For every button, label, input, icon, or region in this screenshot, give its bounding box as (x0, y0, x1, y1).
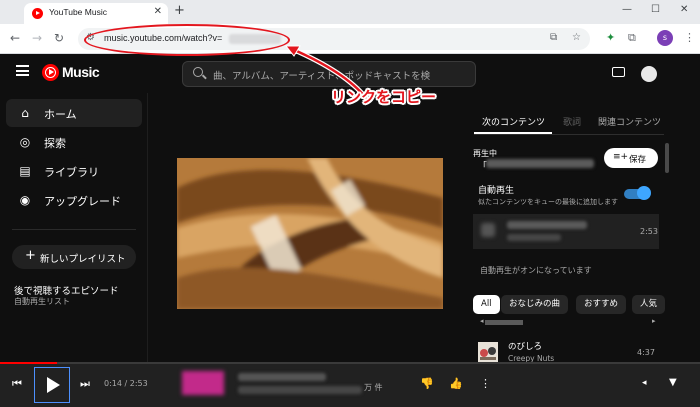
screenshot-icon[interactable]: ⧉ (550, 32, 557, 43)
progress-fill (0, 362, 57, 364)
window-close-icon[interactable]: ✕ (680, 4, 688, 15)
queue-artist-redacted (507, 234, 561, 241)
home-icon: ⌂ (21, 106, 29, 120)
forward-icon[interactable]: → (32, 31, 42, 45)
queue-panel: 次のコンテンツ 歌詞 関連コンテンツ 再生中 「 ≡+ 保存 自動再生 似たコン… (470, 93, 700, 362)
compass-icon: ◎ (19, 135, 31, 149)
view-count: 万 件 (364, 383, 383, 392)
queue-item-duration: 2:53 (640, 227, 658, 236)
avatar[interactable] (641, 66, 657, 82)
autoplay-on-message: 自動再生がオンになっています (480, 266, 592, 275)
recommendation-title[interactable]: のびしろ (508, 340, 542, 352)
app-logo-text[interactable]: Music (62, 64, 100, 80)
new-playlist-button[interactable]: + 新しいプレイリスト (12, 245, 136, 269)
autoplay-description: 似たコンテンツをキューの最後に追加します (478, 198, 618, 206)
sidebar-item-label: 探索 (44, 137, 66, 150)
now-playing-thumbnail[interactable] (182, 371, 224, 395)
now-playing-title-redacted (238, 373, 326, 381)
sidebar-item-home[interactable]: ⌂ ホーム (6, 99, 142, 127)
sidebar-item-library[interactable]: ▤ ライブラリ (6, 157, 142, 185)
minimize-icon[interactable]: — (622, 4, 632, 15)
tabs-divider (474, 134, 664, 135)
sidebar-item-explore[interactable]: ◎ 探索 (6, 128, 142, 156)
tab-up-next[interactable]: 次のコンテンツ (482, 115, 545, 128)
autoplay-label: 自動再生 (478, 186, 515, 196)
now-playing-artist-redacted (238, 386, 362, 394)
browser-tab[interactable]: YouTube Music ✕ (24, 3, 168, 24)
chip-recommended[interactable]: おすすめ (576, 295, 627, 314)
volume-icon[interactable]: ◂ (642, 378, 647, 388)
expand-player-icon[interactable]: ▼ (669, 377, 677, 388)
queue-title-redacted (507, 221, 587, 229)
reload-icon[interactable]: ↻ (54, 31, 64, 45)
save-label: 保存 (629, 155, 647, 165)
sidebar-item-label: ホーム (44, 108, 77, 121)
sidebar-item-label: ライブラリ (44, 166, 99, 179)
video-frame-image (177, 158, 443, 309)
now-playing-label: 再生中 (473, 149, 497, 158)
tab-related[interactable]: 関連コンテンツ (598, 115, 661, 128)
playlist-add-icon: ≡+ (613, 152, 629, 162)
scroll-left-icon[interactable]: ◂ (480, 317, 484, 325)
play-button[interactable] (34, 367, 70, 403)
browser-titlebar: YouTube Music ✕ + — ☐ ✕ (0, 0, 700, 24)
list-item[interactable]: 2:53 (473, 214, 659, 249)
chip-all[interactable]: All (473, 295, 500, 314)
next-track-icon[interactable]: ⏭ (80, 377, 90, 391)
bookmark-star-icon[interactable]: ☆ (572, 32, 581, 43)
back-icon[interactable]: ← (10, 31, 20, 45)
new-playlist-label: 新しいプレイリスト (40, 254, 126, 265)
annotation-label: リンクをコピー (331, 88, 437, 106)
chip-scrollbar[interactable] (485, 320, 523, 325)
search-icon (193, 67, 203, 77)
player-bar: ⏮ ⏭ 0:14 / 2:53 万 件 👎 👍 ⋮ ◂ ▼ (0, 362, 700, 407)
previous-track-icon[interactable]: ⏮ (12, 377, 22, 391)
sidebar-item-upgrade[interactable]: ◉ アップグレード (6, 186, 142, 214)
tab-title: YouTube Music (49, 7, 107, 17)
upgrade-icon: ◉ (19, 193, 31, 207)
profile-avatar[interactable]: s (657, 30, 673, 46)
playlist-subtitle: 自動再生リスト (14, 297, 70, 306)
recommendation-duration: 4:37 (637, 348, 655, 357)
cast-icon[interactable] (612, 67, 625, 77)
extension-icon[interactable]: ✦ (606, 31, 615, 44)
album-art-image (478, 342, 498, 362)
new-tab-button[interactable]: + (174, 3, 185, 18)
url-highlight-oval (84, 24, 290, 56)
hamburger-menu-icon[interactable] (16, 65, 29, 76)
tab-lyrics[interactable]: 歌詞 (563, 115, 581, 128)
search-placeholder: 曲、アルバム、アーティスト、ポッドキャストを検 (213, 71, 431, 82)
playlist-title[interactable]: 後で視聴するエピソード (14, 283, 119, 297)
extensions-puzzle-icon[interactable]: ⧉ (628, 31, 636, 45)
recommendation-thumbnail[interactable] (478, 342, 498, 362)
sidebar-item-label: アップグレード (44, 195, 121, 208)
chip-familiar[interactable]: おなじみの曲 (501, 295, 569, 314)
sidebar-divider (12, 229, 136, 230)
plus-icon: + (25, 248, 36, 263)
maximize-icon[interactable]: ☐ (651, 4, 660, 15)
youtube-music-logo-icon[interactable] (42, 64, 59, 81)
video-player[interactable] (177, 158, 443, 309)
save-button[interactable]: ≡+ 保存 (604, 148, 658, 168)
tab-close-icon[interactable]: ✕ (154, 6, 162, 17)
chrome-menu-icon[interactable]: ⋮ (684, 31, 695, 44)
more-options-icon[interactable]: ⋮ (480, 377, 491, 390)
progress-bar[interactable] (0, 362, 700, 364)
scrollbar[interactable] (665, 143, 669, 173)
youtube-music-favicon-icon (32, 8, 43, 19)
autoplay-toggle-knob[interactable] (637, 186, 651, 200)
library-icon: ▤ (19, 164, 31, 178)
search-input[interactable]: 曲、アルバム、アーティスト、ポッドキャストを検 (182, 61, 476, 87)
sidebar: ⌂ ホーム ◎ 探索 ▤ ライブラリ ◉ アップグレード + 新しいプレイリスト… (0, 93, 148, 362)
queue-thumbnail (481, 223, 495, 237)
like-icon[interactable]: 👍 (449, 377, 463, 390)
playback-time: 0:14 / 2:53 (104, 379, 148, 388)
recommendation-artist[interactable]: Creepy Nuts (508, 354, 554, 362)
chip-popular[interactable]: 人気 (632, 295, 666, 314)
dislike-icon[interactable]: 👎 (420, 377, 434, 390)
now-playing-title-redacted (486, 159, 594, 168)
scroll-right-icon[interactable]: ▸ (652, 317, 656, 325)
